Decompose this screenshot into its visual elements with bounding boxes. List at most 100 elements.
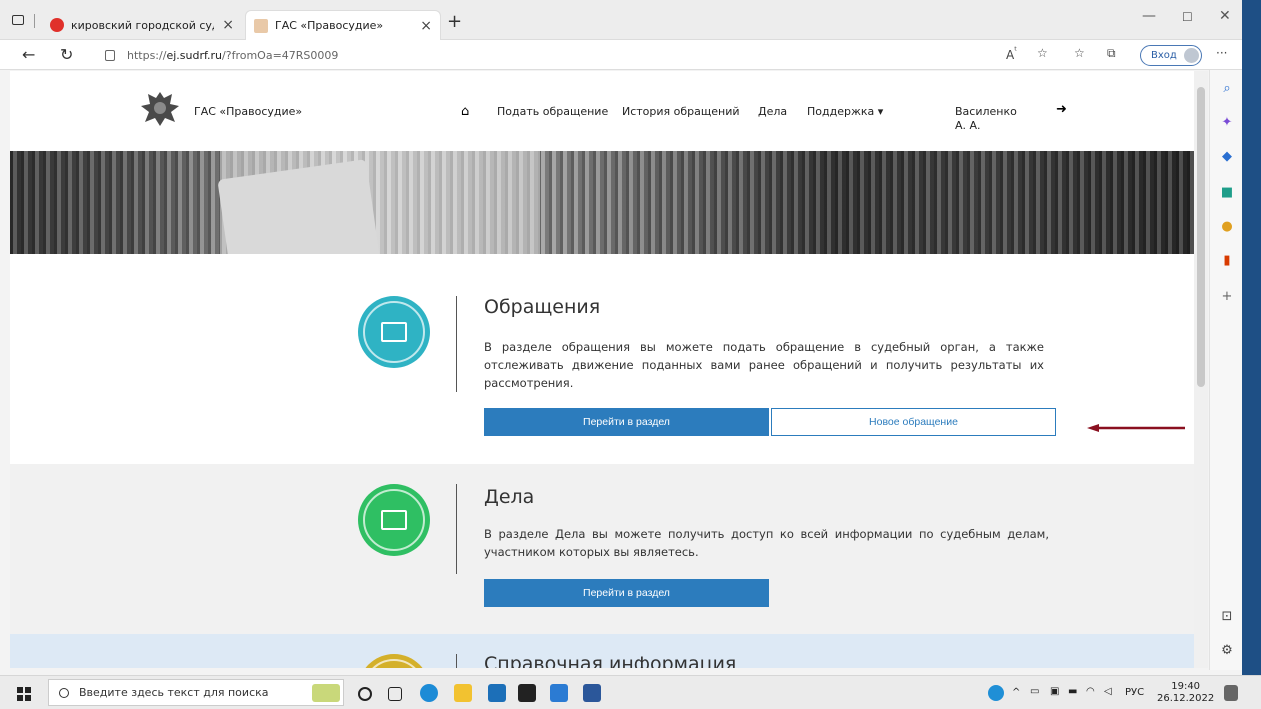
tray-app-icon[interactable]: ▣ — [1050, 686, 1059, 697]
annotation-arrow — [1087, 424, 1185, 432]
url-prefix: https:// — [127, 48, 167, 62]
home-icon[interactable]: ⌂ — [461, 104, 469, 119]
shopping-icon[interactable]: ◆ — [1219, 148, 1235, 164]
tools-icon[interactable]: ■ — [1219, 184, 1235, 200]
cases-description: В разделе Дела вы можете получить доступ… — [484, 527, 1049, 559]
hero-banner — [10, 151, 1194, 254]
close-window-icon[interactable]: ✕ — [1219, 8, 1231, 24]
section-cases: Дела В разделе Дела вы можете получить д… — [10, 464, 1194, 634]
info-icon — [358, 654, 430, 668]
add-sidebar-icon[interactable]: + — [1219, 288, 1235, 304]
web-page: ГАС «Правосудие» ⌂ Подать обращение Исто… — [10, 71, 1194, 668]
tab-actions-icon[interactable] — [12, 15, 24, 25]
browser-window: кировский городской суд ленин × ГАС «Пра… — [0, 0, 1242, 709]
nav-appeal-history[interactable]: История обращений — [622, 105, 740, 118]
edge-sidebar: ⌕ ✦ ◆ ■ ● ▮ + ⊡ ⚙ — [1209, 70, 1242, 670]
favorites-icon[interactable]: ☆ — [1074, 46, 1085, 60]
new-appeal-button[interactable]: Новое обращение — [771, 408, 1056, 436]
taskbar-search[interactable]: Введите здесь текст для поиска — [48, 679, 344, 706]
amazon-icon[interactable] — [518, 684, 536, 702]
scrollbar-thumb[interactable] — [1197, 87, 1205, 387]
search-placeholder: Введите здесь текст для поиска — [79, 686, 269, 699]
appeals-title: Обращения — [484, 296, 601, 318]
appeals-description: В разделе обращения вы можете подать обр… — [484, 340, 1044, 390]
cortana-icon[interactable] — [358, 687, 372, 701]
address-bar: ← ↻ https://ej.sudrf.ru/?fromOa=47RS0009… — [0, 40, 1242, 70]
split-screen-icon[interactable]: ⊡ — [1219, 608, 1235, 624]
section-info: Справочная информация — [10, 634, 1194, 668]
url-host: ej.sudrf.ru — [166, 48, 223, 62]
site-header: ГАС «Правосудие» ⌂ Подать обращение Исто… — [10, 71, 1194, 151]
windows-start-icon[interactable] — [17, 687, 31, 701]
lock-icon — [105, 49, 115, 61]
section-divider — [456, 654, 457, 668]
wifi-icon[interactable]: ◠ — [1086, 686, 1095, 697]
yandex-icon — [50, 18, 64, 32]
new-tab-icon[interactable]: + — [447, 11, 462, 32]
tray-network-icon[interactable]: ▭ — [1030, 686, 1039, 697]
task-view-icon[interactable] — [388, 687, 402, 701]
desktop-background — [1242, 0, 1261, 709]
back-icon[interactable]: ← — [22, 45, 35, 64]
login-button[interactable]: Вход — [1140, 45, 1202, 66]
search-icon[interactable]: ⌕ — [1219, 80, 1235, 96]
tab-label: кировский городской суд ленин — [71, 18, 214, 32]
collections-icon[interactable]: ⧉ — [1107, 46, 1116, 61]
appeals-icon — [358, 296, 430, 368]
emblem-favicon-icon — [254, 18, 268, 33]
settings-icon[interactable]: ⚙ — [1219, 642, 1235, 658]
section-appeals: Обращения В разделе обращения вы можете … — [10, 254, 1194, 464]
more-icon[interactable]: ··· — [1216, 46, 1227, 60]
close-tab-icon[interactable]: × — [420, 18, 432, 34]
url-path: /?fromOa=47RS0009 — [222, 48, 339, 62]
clock-date: 26.12.2022 — [1157, 693, 1215, 704]
language-indicator[interactable]: РУС — [1125, 687, 1144, 698]
widgets-icon[interactable] — [312, 684, 340, 702]
store-icon[interactable] — [550, 684, 568, 702]
copilot-icon[interactable]: ✦ — [1219, 114, 1235, 130]
games-icon[interactable]: ● — [1219, 218, 1235, 234]
mail-icon[interactable] — [488, 684, 506, 702]
clock[interactable]: 19:40 26.12.2022 — [1157, 681, 1214, 705]
search-icon — [59, 687, 69, 698]
battery-icon[interactable]: ▬ — [1068, 686, 1077, 697]
section-divider — [456, 296, 457, 392]
cases-go-button[interactable]: Перейти в раздел — [484, 579, 769, 607]
notification-icon[interactable] — [1224, 685, 1238, 701]
tray-chevron-icon[interactable]: ^ — [1012, 687, 1020, 698]
file-explorer-icon[interactable] — [454, 684, 472, 702]
tab-gas-pravosudie[interactable]: ГАС «Правосудие» × — [245, 10, 441, 40]
office-icon[interactable]: ▮ — [1219, 252, 1235, 268]
page-scrollbar[interactable] — [1194, 71, 1208, 668]
clock-time: 19:40 — [1171, 681, 1201, 692]
emblem-icon — [141, 92, 179, 126]
cases-title: Дела — [484, 486, 535, 508]
logout-icon[interactable]: ➜ — [1056, 102, 1067, 117]
nav-support-dropdown[interactable]: Поддержка ▾ — [807, 105, 883, 118]
maximize-icon[interactable]: ☐ — [1182, 10, 1193, 24]
appeals-go-button[interactable]: Перейти в раздел — [484, 408, 769, 436]
close-tab-icon[interactable]: × — [222, 17, 234, 33]
minimize-icon[interactable]: — — [1142, 8, 1156, 24]
avatar-icon — [1184, 48, 1199, 63]
url-field[interactable]: https://ej.sudrf.ru/?fromOa=47RS0009 — [95, 44, 1185, 66]
help-icon[interactable] — [988, 685, 1004, 701]
cases-icon — [358, 484, 430, 556]
login-label: Вход — [1151, 50, 1177, 61]
read-aloud-icon[interactable]: Aᵗ — [1006, 46, 1017, 62]
user-name[interactable]: Василенко А. А. — [955, 105, 1025, 133]
volume-icon[interactable]: ◁ — [1104, 686, 1112, 697]
site-name[interactable]: ГАС «Правосудие» — [194, 105, 302, 118]
favorite-add-icon[interactable]: ☆ — [1037, 46, 1048, 60]
edge-icon[interactable] — [420, 684, 438, 702]
nav-submit-appeal[interactable]: Подать обращение — [497, 105, 608, 118]
refresh-icon[interactable]: ↻ — [60, 45, 73, 64]
taskbar: Введите здесь текст для поиска ^ ▭ ▣ ▬ ◠… — [0, 675, 1261, 709]
tab-bar: кировский городской суд ленин × ГАС «Пра… — [0, 0, 1242, 40]
word-icon[interactable] — [583, 684, 601, 702]
banner-texture — [10, 151, 1194, 254]
nav-cases[interactable]: Дела — [758, 105, 787, 118]
tab-label: ГАС «Правосудие» — [275, 19, 384, 32]
tab-separator — [34, 14, 35, 28]
tab-kirov-court[interactable]: кировский городской суд ленин × — [42, 10, 242, 40]
